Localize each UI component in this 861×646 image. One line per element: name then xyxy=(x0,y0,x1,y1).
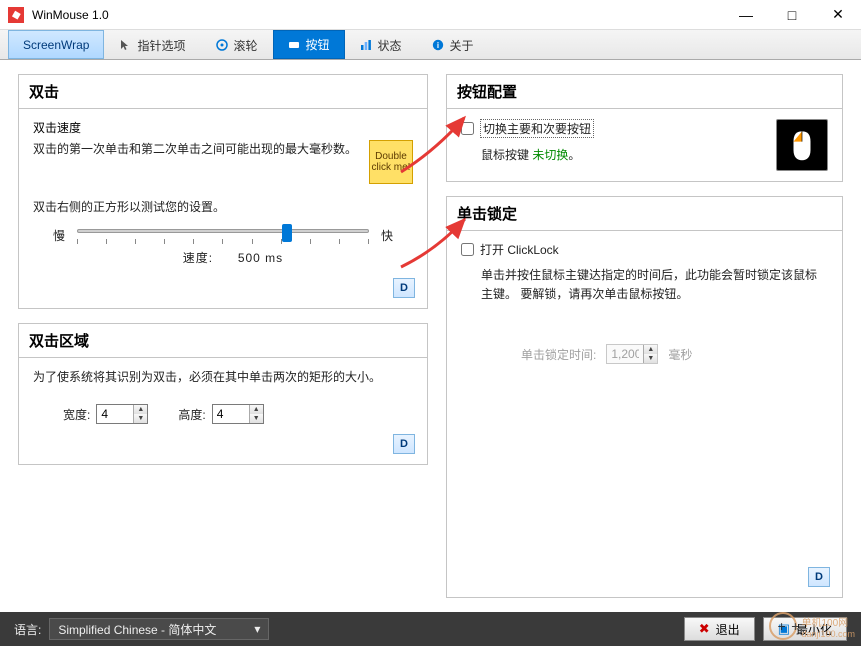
minimize-label: 最小化 xyxy=(796,621,832,638)
swap-buttons-checkbox[interactable] xyxy=(461,122,474,135)
swap-buttons-checkbox-row[interactable]: 切换主要和次要按钮 xyxy=(461,119,766,138)
default-button[interactable]: D xyxy=(808,567,830,587)
minimize-button[interactable]: — xyxy=(723,0,769,30)
maximize-button[interactable]: □ xyxy=(769,0,815,30)
lock-time-input xyxy=(607,345,643,363)
spin-down-icon: ▼ xyxy=(644,354,657,363)
group-title: 双击 xyxy=(19,75,427,109)
height-spinner[interactable]: ▲▼ xyxy=(212,404,264,424)
height-label: 高度: xyxy=(178,406,205,423)
tab-label: 状态 xyxy=(378,37,402,54)
content-area: 双击 双击速度 双击的第一次单击和第二次单击之间可能出现的最大毫秒数。 Doub… xyxy=(0,60,861,612)
group-double-click-area: 双击区域 为了使系统将其识别为双击，必须在其中单击两次的矩形的大小。 宽度: ▲… xyxy=(18,323,428,465)
window-title: WinMouse 1.0 xyxy=(32,8,723,22)
titlebar: ◆ WinMouse 1.0 — □ ✕ xyxy=(0,0,861,30)
language-label: 语言: xyxy=(14,621,41,638)
spin-down-icon[interactable]: ▼ xyxy=(134,414,147,423)
close-button[interactable]: ✕ xyxy=(815,0,861,30)
minimize-icon: ▣ xyxy=(778,621,790,637)
speed-slider[interactable] xyxy=(77,223,369,247)
fast-label: 快 xyxy=(381,227,393,244)
tab-label: 关于 xyxy=(450,37,474,54)
clicklock-description: 单击并按住鼠标主键达指定的时间后，此功能会暂时锁定该鼠标主键。 要解锁，请再次单… xyxy=(461,266,828,304)
default-button[interactable]: D xyxy=(393,434,415,454)
group-title: 双击区域 xyxy=(19,324,427,358)
spin-up-icon: ▲ xyxy=(644,345,657,354)
group-double-click: 双击 双击速度 双击的第一次单击和第二次单击之间可能出现的最大毫秒数。 Doub… xyxy=(18,74,428,309)
info-icon: i xyxy=(432,39,444,51)
swap-sub-suffix: 。 xyxy=(568,148,580,162)
default-button[interactable]: D xyxy=(393,278,415,298)
tab-about[interactable]: i 关于 xyxy=(417,30,489,59)
target-icon xyxy=(216,39,228,51)
speed-value: 500 ms xyxy=(238,251,283,265)
clicklock-label: 打开 ClickLock xyxy=(480,241,559,258)
tab-wheel[interactable]: 滚轮 xyxy=(201,30,273,59)
language-select[interactable]: Simplified Chinese - 简体中文 ▾ xyxy=(49,618,269,640)
group-title: 按钮配置 xyxy=(447,75,842,109)
spin-up-icon[interactable]: ▲ xyxy=(134,405,147,414)
close-icon: ✖ xyxy=(699,621,710,637)
tab-screenwrap[interactable]: ScreenWrap xyxy=(8,30,104,59)
width-input[interactable] xyxy=(97,405,133,423)
swap-sub-prefix: 鼠标按键 xyxy=(481,148,532,162)
tab-pointer-options[interactable]: 指针选项 xyxy=(104,30,200,59)
width-spinner[interactable]: ▲▼ xyxy=(96,404,148,424)
language-value: Simplified Chinese - 简体中文 xyxy=(58,621,216,638)
group-button-config: 按钮配置 切换主要和次要按钮 鼠标按键 未切换。 xyxy=(446,74,843,182)
chevron-down-icon: ▾ xyxy=(254,622,260,636)
spin-down-icon[interactable]: ▼ xyxy=(250,414,263,423)
tab-label: ScreenWrap xyxy=(23,38,89,52)
tab-label: 按钮 xyxy=(306,36,330,53)
area-description: 为了使系统将其识别为双击，必须在其中单击两次的矩形的大小。 xyxy=(33,368,413,386)
tab-label: 滚轮 xyxy=(234,37,258,54)
speed-prefix: 速度: xyxy=(183,251,213,265)
tab-label: 指针选项 xyxy=(137,37,185,54)
exit-label: 退出 xyxy=(716,621,740,638)
speed-label: 双击速度 xyxy=(33,119,413,136)
tabbar: ScreenWrap 指针选项 滚轮 按钮 状态 i 关于 xyxy=(0,30,861,60)
tab-buttons[interactable]: 按钮 xyxy=(273,30,345,59)
cursor-icon xyxy=(119,39,131,51)
test-hint: 双击右侧的正方形以测试您的设置。 xyxy=(33,198,413,215)
app-icon: ◆ xyxy=(8,7,24,23)
speed-description: 双击的第一次单击和第二次单击之间可能出现的最大毫秒数。 xyxy=(33,140,359,158)
group-click-lock: 单击锁定 打开 ClickLock 单击并按住鼠标主键达指定的时间后，此功能会暂… xyxy=(446,196,843,598)
group-title: 单击锁定 xyxy=(447,197,842,231)
bars-icon xyxy=(360,39,372,51)
lock-time-spinner: ▲▼ xyxy=(606,344,658,364)
swap-label: 切换主要和次要按钮 xyxy=(480,119,594,138)
swap-status: 未切换 xyxy=(532,148,568,162)
lock-time-unit: 毫秒 xyxy=(668,346,692,363)
clicklock-checkbox[interactable] xyxy=(461,243,474,256)
double-click-test-box[interactable]: Double click me! xyxy=(369,140,413,184)
height-input[interactable] xyxy=(213,405,249,423)
svg-text:i: i xyxy=(436,41,438,50)
minimize-to-tray-button[interactable]: ▣ 最小化 xyxy=(763,617,847,641)
width-label: 宽度: xyxy=(63,406,90,423)
slow-label: 慢 xyxy=(53,227,65,244)
tab-state[interactable]: 状态 xyxy=(345,30,417,59)
slider-thumb[interactable] xyxy=(282,224,292,242)
lock-time-label: 单击锁定时间: xyxy=(521,346,596,363)
mouse-icon xyxy=(776,119,828,171)
exit-button[interactable]: ✖ 退出 xyxy=(684,617,755,641)
button-icon xyxy=(288,39,300,51)
bottom-bar: 语言: Simplified Chinese - 简体中文 ▾ ✖ 退出 ▣ 最… xyxy=(0,612,861,646)
spin-up-icon[interactable]: ▲ xyxy=(250,405,263,414)
clicklock-checkbox-row[interactable]: 打开 ClickLock xyxy=(461,241,828,258)
